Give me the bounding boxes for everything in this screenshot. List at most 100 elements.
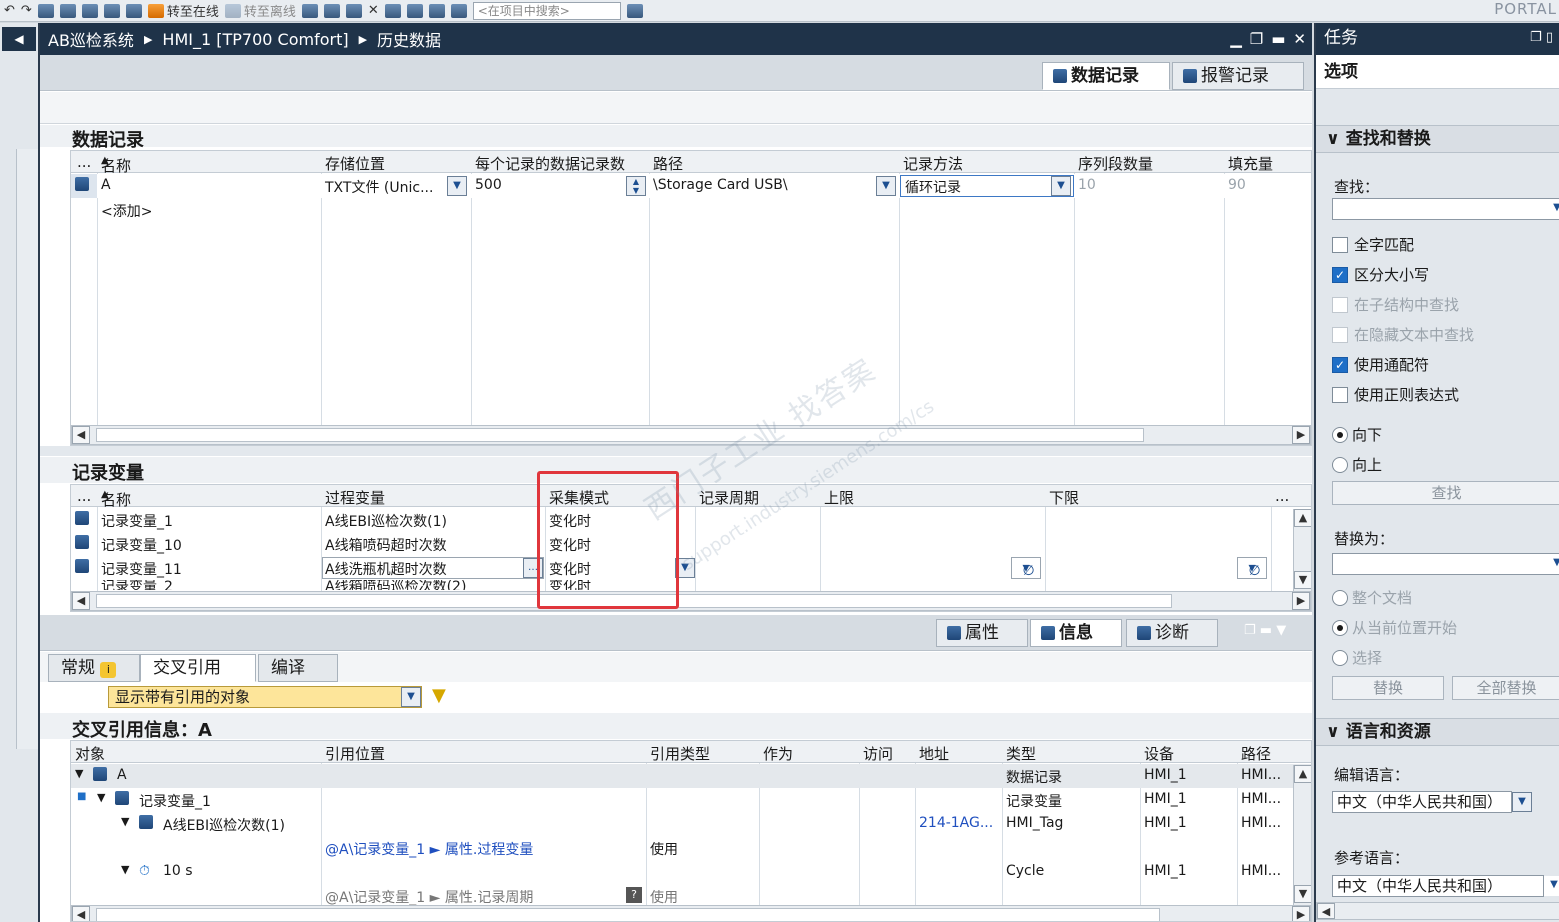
table-row[interactable]: ■ ▼ 记录变量_1 记录变量 HMI_1 HMI... [71, 788, 1311, 812]
tag-name[interactable]: 记录变量_1 [101, 511, 173, 531]
method-select[interactable]: 循环记录 ▼ [900, 175, 1074, 197]
table-row[interactable]: 记录变量_1 A线EBI巡检次数(1) 变化时 [71, 508, 1311, 532]
header-ref-location[interactable]: 引用位置 [325, 743, 385, 764]
log-segments[interactable]: 10 [1078, 177, 1096, 193]
process-tag-field[interactable]: A线洗瓶机超时次数 … [322, 557, 544, 579]
tag-name[interactable]: 记录变量_2 [101, 580, 173, 590]
selection-radio[interactable]: 选择 [1332, 647, 1382, 668]
storage-dropdown-icon[interactable]: ▼ [447, 176, 467, 196]
header-dots-more[interactable]: ... [1275, 487, 1289, 505]
split-vertical-icon[interactable] [345, 3, 362, 18]
header-storage[interactable]: 存储位置 [325, 153, 385, 174]
log-tags-hscroll[interactable]: ◀ ▶ [71, 591, 1311, 611]
method-dropdown-icon[interactable]: ▼ [1051, 176, 1071, 196]
tab-general[interactable]: 常规 i [48, 654, 140, 682]
case-sensitive-checkbox[interactable]: ✓ 区分大小写 [1332, 264, 1429, 285]
project-search-input[interactable]: <在项目中搜索> [472, 1, 621, 20]
replace-input[interactable]: ▼ [1332, 553, 1559, 575]
tab-diagnostics[interactable]: 诊断 [1126, 619, 1218, 647]
header-segments[interactable]: 序列段数量 [1078, 153, 1153, 174]
window-h-icon[interactable] [384, 3, 401, 18]
direction-up-radio[interactable]: 向上 [1332, 454, 1382, 475]
header-address[interactable]: 地址 [919, 743, 949, 764]
log-path[interactable]: \Storage Card USB\ [653, 177, 788, 193]
header-records[interactable]: 每个记录的数据记录数 [475, 153, 625, 174]
cross-ref-hscroll[interactable]: ◀ ▶ [71, 905, 1311, 921]
replace-all-button[interactable]: 全部替换 [1452, 676, 1559, 700]
tree-scrollbar[interactable] [16, 149, 38, 749]
table-row[interactable]: 记录变量_2 A线箱喷码巡检次数(2) 变化时 [71, 580, 1311, 590]
xref-location-link[interactable]: @A\记录变量_1 ► 属性.记录周期 [325, 887, 533, 907]
undo-icon[interactable]: ↶ [4, 3, 15, 18]
log-name[interactable]: A [101, 177, 111, 193]
edit-language-dropdown-icon[interactable]: ▼ [1512, 792, 1532, 812]
compile-icon[interactable] [37, 3, 54, 18]
table-row[interactable]: ▼ A 数据记录 HMI_1 HMI... [71, 764, 1311, 788]
upload-icon[interactable] [81, 3, 98, 18]
find-replace-section[interactable]: ∨ 查找和替换 [1316, 125, 1559, 153]
tab-data-log[interactable]: 数据记录 [1042, 62, 1170, 90]
funnel-icon[interactable]: ▼ [432, 685, 446, 706]
find-dropdown-icon[interactable]: ▼ [1547, 199, 1559, 219]
log-tags-vscroll[interactable]: ▲ ▼ [1293, 509, 1311, 591]
redo-icon[interactable]: ↷ [21, 3, 32, 18]
tab-compile[interactable]: 编译 [258, 654, 338, 682]
go-offline-button[interactable]: 转至离线 [224, 1, 296, 20]
table-row[interactable]: @A\记录变量_1 ► 属性.过程变量 使用 [71, 836, 1311, 860]
go-online-button[interactable]: 转至在线 [147, 1, 219, 20]
header-type[interactable]: 类型 [1006, 743, 1036, 764]
scroll-up-icon[interactable]: ▲ [1294, 765, 1311, 783]
xref-location-link[interactable]: @A\记录变量_1 ► 属性.过程变量 [325, 839, 533, 859]
header-ref-type[interactable]: 引用类型 [650, 743, 710, 764]
scroll-left-icon[interactable]: ◀ [1317, 903, 1335, 919]
scroll-right-icon[interactable]: ▶ [1292, 592, 1310, 610]
minimize-icon[interactable]: ▁ [1230, 30, 1242, 48]
scroll-down-icon[interactable]: ▼ [1294, 885, 1311, 903]
collapse-icon[interactable]: ∨ [1326, 722, 1340, 742]
tag-process[interactable]: A线EBI巡检次数(1) [325, 511, 447, 531]
scroll-thumb[interactable] [96, 908, 1160, 921]
reference-language-dropdown-icon[interactable]: ▼ [1544, 876, 1559, 896]
splitter[interactable] [40, 446, 1312, 456]
xref-address[interactable]: 214-1AG... [919, 815, 993, 831]
simulate-icon[interactable] [103, 3, 120, 18]
tab-cross-ref[interactable]: 交叉引用 [140, 654, 256, 682]
header-method[interactable]: 记录方法 [903, 153, 963, 174]
scroll-left-icon[interactable]: ◀ [72, 426, 90, 444]
scroll-left-icon[interactable]: ◀ [72, 592, 90, 610]
replace-dropdown-icon[interactable]: ▼ [1547, 554, 1559, 574]
upper-null-button[interactable]: ∅ ▾ [1011, 557, 1041, 579]
scroll-down-icon[interactable]: ▼ [1294, 571, 1311, 589]
header-device[interactable]: 设备 [1144, 743, 1174, 764]
accessible-devices-icon[interactable] [301, 3, 318, 18]
collapse-icon[interactable]: ∨ [1326, 129, 1340, 149]
from-current-radio[interactable]: 从当前位置开始 [1332, 617, 1457, 638]
tag-process[interactable]: A线箱喷码超时次数 [325, 535, 447, 555]
window-v-icon[interactable] [406, 3, 423, 18]
edit-language-select[interactable]: 中文（中华人民共和国） [1332, 791, 1512, 813]
records-spinner-icon[interactable]: ▲ ▼ [626, 176, 646, 196]
expand-icon[interactable]: ▼ [121, 815, 129, 828]
expand-icon[interactable]: ▼ [75, 767, 83, 780]
task-pane-float-icon[interactable]: ❐ ▯ [1530, 23, 1553, 53]
find-input[interactable]: ▼ [1332, 198, 1559, 220]
data-log-hscroll[interactable]: ◀ ▶ [71, 425, 1311, 445]
tab-properties[interactable]: 属性 [936, 619, 1028, 647]
monitor-icon[interactable] [428, 3, 445, 18]
filter-dropdown-icon[interactable]: ▼ [401, 687, 421, 707]
header-lower[interactable]: 下限 [1049, 487, 1079, 508]
header-path[interactable]: 路径 [1241, 743, 1271, 764]
table-row[interactable]: ▼ ⏱ 10 s Cycle HMI_1 HMI... [71, 860, 1311, 884]
collapse-left-icon[interactable]: ◀ [2, 27, 36, 51]
float-icon[interactable]: ❐ [1250, 30, 1263, 48]
tab-alarm-log[interactable]: 报警记录 [1172, 62, 1304, 90]
header-path[interactable]: 路径 [653, 153, 683, 174]
header-dots[interactable]: ... [77, 487, 91, 505]
split-horizontal-icon[interactable] [323, 3, 340, 18]
scroll-up-icon[interactable]: ▲ [1294, 509, 1311, 527]
add-row[interactable]: <添加> [71, 198, 1311, 222]
language-resources-section[interactable]: ∨ 语言和资源 [1316, 718, 1559, 746]
scroll-right-icon[interactable]: ▶ [1292, 426, 1310, 444]
reference-language-select[interactable]: 中文（中华人民共和国） [1332, 875, 1544, 897]
replace-button[interactable]: 替换 [1332, 676, 1444, 700]
